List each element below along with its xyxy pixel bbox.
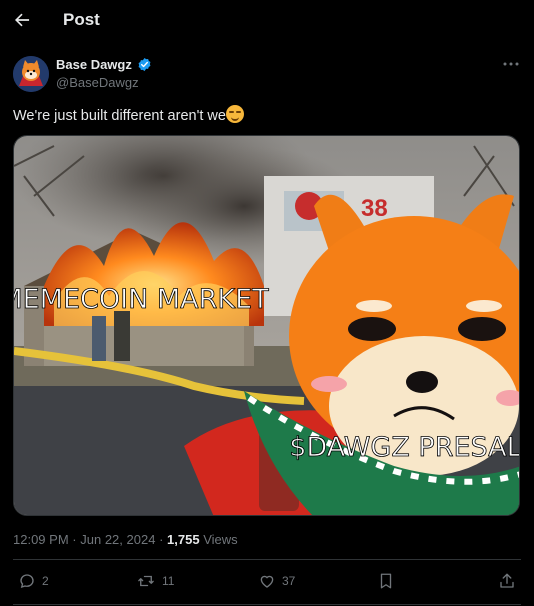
smirking-face-emoji-icon (225, 105, 244, 123)
repost-icon (138, 575, 154, 587)
views-count: 1,755 (167, 532, 200, 547)
verified-badge-icon (138, 57, 151, 72)
tweet-image[interactable]: 38 MEMECOIN MARKET $DAWGZ PRESALE (13, 135, 520, 516)
post-meta: 12:09 PM · Jun 22, 2024 · 1,755 Views (13, 532, 238, 547)
heart-icon (260, 575, 274, 588)
like-count: 37 (282, 574, 296, 588)
post-time[interactable]: 12:09 PM (13, 532, 69, 547)
top-bar: Post (0, 0, 534, 42)
bookmark-button[interactable] (378, 572, 394, 590)
truck-number: 38 (361, 195, 388, 222)
more-dots-icon (503, 62, 519, 66)
repost-button[interactable]: 11 (136, 572, 174, 590)
like-button[interactable]: 37 (258, 572, 295, 590)
share-icon (500, 573, 514, 588)
meme-image: 38 MEMECOIN MARKET $DAWGZ PRESALE (14, 136, 520, 515)
tweet-body: We're just built different aren't we (13, 108, 226, 124)
post-date[interactable]: Jun 22, 2024 (80, 532, 155, 547)
page-title: Post (63, 10, 100, 29)
more-options-button[interactable] (501, 56, 521, 72)
share-button[interactable] (498, 572, 516, 590)
reply-count: 2 (42, 574, 49, 588)
tweet-text: We're just built different aren't we (13, 105, 244, 124)
reply-button[interactable]: 2 (18, 572, 49, 590)
bookmark-icon (380, 573, 392, 589)
divider (13, 604, 521, 605)
shiba-avatar-icon (13, 56, 49, 92)
views-label: Views (203, 532, 238, 547)
avatar[interactable] (13, 56, 49, 92)
repost-count: 11 (162, 574, 175, 588)
action-bar: 2 11 37 (0, 566, 534, 600)
author-name[interactable]: Base Dawgz (56, 57, 132, 72)
divider (13, 559, 521, 560)
arrow-left-icon (15, 13, 30, 27)
back-button[interactable] (10, 8, 34, 32)
author-handle[interactable]: @BaseDawgz (56, 75, 139, 90)
meme-caption-left: MEMECOIN MARKET (14, 284, 269, 315)
reply-icon (20, 574, 34, 589)
meme-caption-right: $DAWGZ PRESALE (289, 432, 520, 463)
